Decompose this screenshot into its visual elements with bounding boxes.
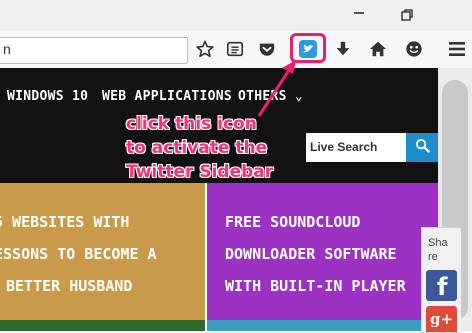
annotation-text: click this icon to activate the Twitter … (126, 114, 274, 182)
